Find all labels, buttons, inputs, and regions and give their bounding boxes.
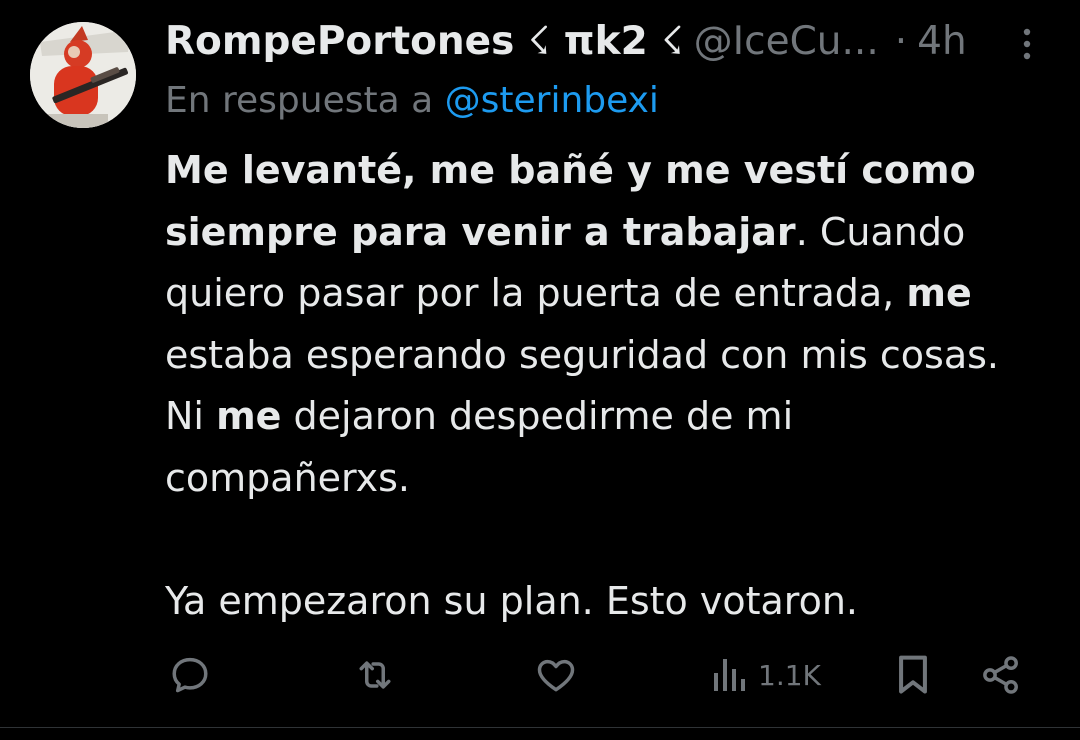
avatar[interactable] xyxy=(30,22,136,128)
more-icon xyxy=(1023,28,1031,60)
user-handle[interactable]: @IceCu... xyxy=(694,14,879,70)
bookmark-icon xyxy=(899,655,927,694)
divider xyxy=(0,727,1080,728)
views-icon xyxy=(714,659,745,691)
like-button[interactable] xyxy=(534,645,578,705)
tweet-text-bold: me xyxy=(906,271,972,315)
reply-icon xyxy=(172,657,208,693)
timestamp[interactable]: 4h xyxy=(917,14,967,70)
reply-button[interactable] xyxy=(168,645,212,705)
views-button[interactable]: 1.1K xyxy=(712,645,821,705)
more-options-button[interactable] xyxy=(1012,24,1042,64)
views-count: 1.1K xyxy=(758,658,821,692)
tweet-text-bold: me xyxy=(216,394,282,438)
tweet-header: RompePortones ☇ πk2 ☇ @IceCu... · 4h xyxy=(165,14,995,70)
tweet-paragraph: Ya empezaron su plan. Esto votaron. xyxy=(165,578,858,623)
action-bar: 1.1K xyxy=(0,645,1080,705)
tweet-text: Me levanté, me bañé y me vestí como siem… xyxy=(165,140,1045,632)
share-button[interactable] xyxy=(978,645,1024,705)
tweet-paragraph: Me levanté, me bañé y me vestí como siem… xyxy=(165,140,1045,509)
display-name[interactable]: RompePortones ☇ πk2 ☇ xyxy=(165,14,684,70)
reply-prefix: En respuesta a xyxy=(165,80,445,121)
separator-dot: · xyxy=(894,19,908,64)
avatar-image xyxy=(30,22,136,128)
bookmark-button[interactable] xyxy=(893,645,933,705)
share-icon xyxy=(983,656,1018,694)
reply-mention-link[interactable]: @sterinbexi xyxy=(445,80,659,121)
tweet[interactable]: RompePortones ☇ πk2 ☇ @IceCu... · 4h En … xyxy=(0,0,1080,740)
retweet-button[interactable] xyxy=(352,645,398,705)
retweet-icon xyxy=(359,661,391,689)
reply-context: En respuesta a @sterinbexi xyxy=(165,74,659,128)
heart-icon xyxy=(537,659,575,692)
